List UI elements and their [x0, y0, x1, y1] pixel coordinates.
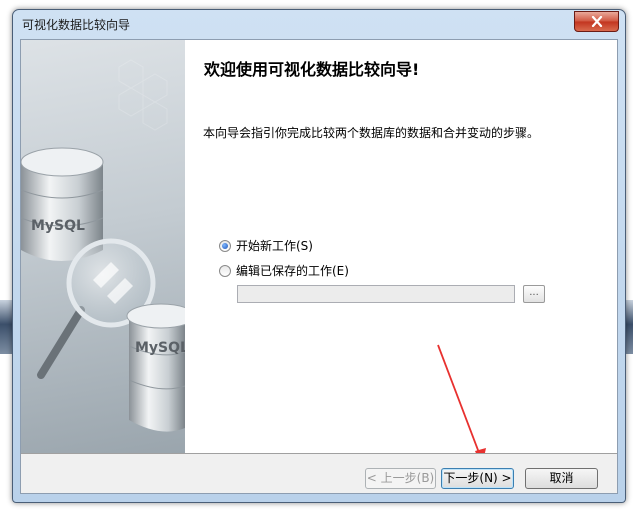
browse-button[interactable]: ... [523, 285, 545, 303]
option-new-job-label: 开始新工作(S) [236, 239, 313, 253]
radio-unselected-icon[interactable] [219, 264, 231, 277]
footer-divider [21, 453, 617, 454]
page-title: 欢迎使用可视化数据比较向导! [204, 60, 420, 79]
next-button[interactable]: 下一步(N) > [441, 468, 514, 489]
title-bar[interactable]: 可视化数据比较向导 [13, 10, 625, 38]
radio-selected-icon[interactable] [219, 239, 231, 252]
close-icon [591, 16, 602, 27]
back-button[interactable]: < 上一步(B) [365, 468, 436, 489]
database-compare-illustration: MySQL MySQL [21, 59, 185, 432]
cancel-button[interactable]: 取消 [525, 468, 598, 489]
page-description: 本向导会指引你完成比较两个数据库的数据和合并变动的步骤。 [203, 126, 540, 140]
option-edit-saved-job[interactable]: 编辑已保存的工作(E) [219, 262, 349, 279]
wizard-body: MySQL MySQL 欢迎使用可视化数据比较向导! 本向导会指引你完成比较两个… [20, 39, 618, 494]
mysql-logo-text: MySQL [31, 218, 85, 234]
window-title: 可视化数据比较向导 [22, 18, 131, 32]
wizard-window: 可视化数据比较向导 MySQL MySQL 欢迎使用可视化数据比较向导! 本向导… [12, 9, 626, 503]
side-illustration: MySQL MySQL [21, 40, 185, 453]
option-edit-saved-job-label: 编辑已保存的工作(E) [236, 264, 349, 278]
saved-job-path-input[interactable] [237, 285, 515, 303]
mysql-logo-text: MySQL [135, 340, 185, 356]
close-button[interactable] [574, 11, 619, 32]
option-new-job[interactable]: 开始新工作(S) [219, 237, 313, 254]
wizard-content: 欢迎使用可视化数据比较向导! 本向导会指引你完成比较两个数据库的数据和合并变动的… [185, 40, 617, 453]
